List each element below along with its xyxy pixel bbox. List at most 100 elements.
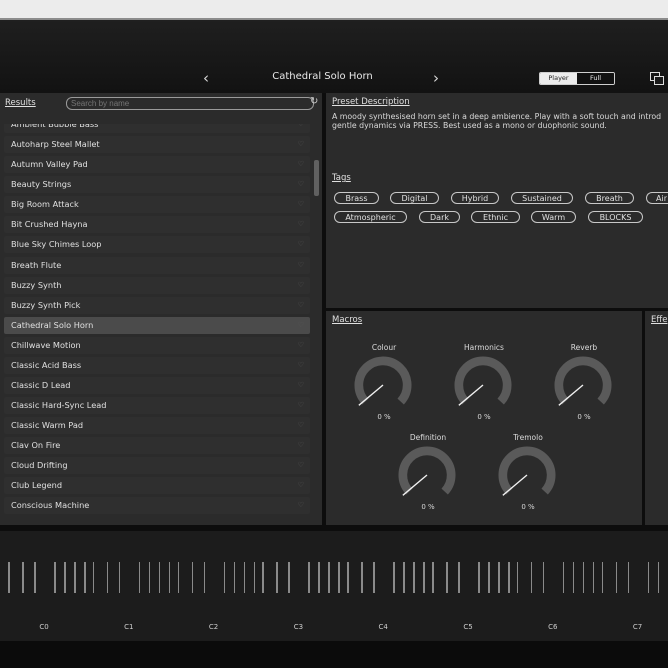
key-marker[interactable] <box>84 562 86 593</box>
key-marker[interactable] <box>393 562 395 593</box>
key-marker[interactable] <box>508 562 510 593</box>
key-marker[interactable] <box>138 562 141 593</box>
favorite-icon[interactable]: ♡ <box>298 297 304 314</box>
key-marker[interactable] <box>647 562 650 593</box>
key-marker[interactable] <box>413 562 415 593</box>
key-marker[interactable] <box>148 562 151 593</box>
key-marker[interactable] <box>498 562 500 593</box>
keyboard[interactable]: C0 C1 C2 C3 C4 C5 C6 C7 <box>0 531 668 641</box>
tag-atmospheric[interactable]: Atmospheric <box>334 211 407 223</box>
list-item[interactable]: Buzzy Synth ♡ <box>4 276 310 294</box>
list-item[interactable]: Cloud Drifting ♡ <box>4 457 310 475</box>
key-marker[interactable] <box>458 562 460 593</box>
list-item[interactable]: Big Room Attack ♡ <box>4 196 310 214</box>
tag-ethnic[interactable]: Ethnic <box>471 211 520 223</box>
favorite-icon[interactable]: ♡ <box>298 236 304 253</box>
key-marker[interactable] <box>562 562 565 593</box>
previous-preset-chevron-left-icon[interactable]: ‹ <box>203 70 209 86</box>
key-marker[interactable] <box>657 562 660 593</box>
list-item[interactable]: Classic D Lead ♡ <box>4 377 310 395</box>
key-marker[interactable] <box>530 562 533 593</box>
key-marker[interactable] <box>253 562 256 593</box>
favorite-icon[interactable]: ♡ <box>298 317 304 334</box>
harmonics-knob[interactable] <box>454 356 512 414</box>
results-scrollbar[interactable] <box>314 160 319 196</box>
tag-warm[interactable]: Warm <box>531 211 576 223</box>
colour-knob[interactable] <box>354 356 412 414</box>
key-marker[interactable] <box>262 562 264 593</box>
key-marker[interactable] <box>582 562 585 593</box>
tag-hybrid[interactable]: Hybrid <box>451 192 499 204</box>
key-marker[interactable] <box>542 562 545 593</box>
key-marker[interactable] <box>478 562 480 593</box>
key-marker[interactable] <box>615 562 618 593</box>
key-marker[interactable] <box>373 562 375 593</box>
favorite-icon[interactable]: ♡ <box>298 196 304 213</box>
key-marker[interactable] <box>318 562 320 593</box>
key-marker[interactable] <box>347 562 349 593</box>
list-item[interactable]: Autumn Valley Pad ♡ <box>4 156 310 174</box>
favorite-icon[interactable]: ♡ <box>298 277 304 294</box>
list-item[interactable]: Bit Crushed Hayna ♡ <box>4 216 310 234</box>
key-marker[interactable] <box>92 562 95 593</box>
list-item[interactable]: Chillwave Motion ♡ <box>4 336 310 354</box>
tremolo-knob[interactable] <box>498 446 556 504</box>
favorite-icon[interactable]: ♡ <box>298 156 304 173</box>
window-copy-icon[interactable] <box>650 72 664 86</box>
favorite-icon[interactable]: ♡ <box>298 377 304 394</box>
key-marker[interactable] <box>403 562 405 593</box>
key-marker[interactable] <box>203 562 206 593</box>
list-item[interactable]: Cathedral Solo Horn ♡ <box>4 316 310 334</box>
key-marker[interactable] <box>572 562 575 593</box>
favorite-icon[interactable]: ♡ <box>298 417 304 434</box>
key-marker[interactable] <box>627 562 630 593</box>
key-marker[interactable] <box>243 562 246 593</box>
favorite-icon[interactable]: ♡ <box>298 176 304 193</box>
list-item[interactable]: Buzzy Synth Pick ♡ <box>4 296 310 314</box>
favorite-icon[interactable]: ♡ <box>298 397 304 414</box>
key-marker[interactable] <box>361 562 363 593</box>
key-marker[interactable] <box>8 562 10 593</box>
favorite-icon[interactable]: ♡ <box>298 136 304 153</box>
list-item[interactable]: Autoharp Steel Mallet ♡ <box>4 136 310 154</box>
list-item[interactable]: Breath Flute ♡ <box>4 256 310 274</box>
key-marker[interactable] <box>446 562 448 593</box>
mode-toggle[interactable]: Player Full <box>539 72 615 85</box>
list-item[interactable]: Blue Sky Chimes Loop ♡ <box>4 236 310 254</box>
key-marker[interactable] <box>488 562 490 593</box>
favorite-icon[interactable]: ♡ <box>298 257 304 274</box>
key-marker[interactable] <box>328 562 330 593</box>
key-marker[interactable] <box>592 562 595 593</box>
tag-air[interactable]: Air <box>646 192 668 204</box>
refresh-icon[interactable]: ↻ <box>310 96 318 107</box>
reverb-knob[interactable] <box>554 356 612 414</box>
key-marker[interactable] <box>423 562 425 593</box>
mode-player-button[interactable]: Player <box>540 73 577 84</box>
key-marker[interactable] <box>158 562 161 593</box>
tag-dark[interactable]: Dark <box>419 211 460 223</box>
key-marker[interactable] <box>74 562 76 593</box>
list-item[interactable]: Ambient Bubble Bass ♡ <box>4 124 310 133</box>
favorite-icon[interactable]: ♡ <box>298 337 304 354</box>
definition-knob[interactable] <box>398 446 456 504</box>
key-marker[interactable] <box>54 562 56 593</box>
list-item[interactable]: Classic Warm Pad ♡ <box>4 417 310 435</box>
tag-breath[interactable]: Breath <box>585 192 634 204</box>
key-marker[interactable] <box>168 562 171 593</box>
key-marker[interactable] <box>233 562 236 593</box>
list-item[interactable]: Beauty Strings ♡ <box>4 176 310 194</box>
tag-sustained[interactable]: Sustained <box>511 192 573 204</box>
key-marker[interactable] <box>64 562 66 593</box>
search-input[interactable] <box>66 97 314 110</box>
list-item[interactable]: Classic Acid Bass ♡ <box>4 356 310 374</box>
key-marker[interactable] <box>118 562 121 593</box>
key-marker[interactable] <box>177 562 180 593</box>
favorite-icon[interactable]: ♡ <box>298 497 304 514</box>
key-marker[interactable] <box>338 562 340 593</box>
tag-brass[interactable]: Brass <box>334 192 379 204</box>
key-marker[interactable] <box>223 562 226 593</box>
list-item[interactable]: Classic Hard-Sync Lead ♡ <box>4 397 310 415</box>
key-marker[interactable] <box>308 562 310 593</box>
list-item[interactable]: Clav On Fire ♡ <box>4 437 310 455</box>
key-marker[interactable] <box>516 562 519 593</box>
